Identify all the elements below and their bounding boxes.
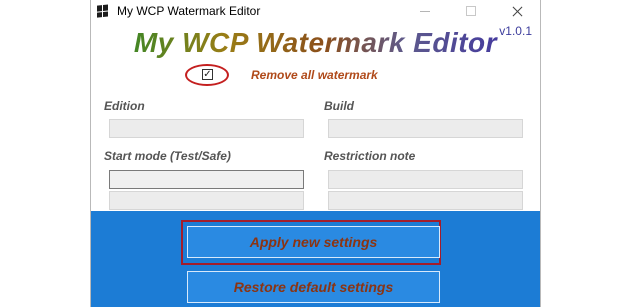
start-mode-field-1[interactable] xyxy=(109,170,304,189)
remove-watermark-label[interactable]: Remove all watermark xyxy=(251,68,378,82)
close-button[interactable] xyxy=(494,0,540,22)
windows-logo-icon xyxy=(97,4,109,18)
build-label: Build xyxy=(324,99,354,113)
restriction-note-field-2[interactable] xyxy=(328,191,523,210)
build-field[interactable] xyxy=(328,119,523,138)
restriction-note-field-1[interactable] xyxy=(328,170,523,189)
app-heading: My WCP Watermark Editor xyxy=(91,27,540,59)
restore-defaults-button[interactable]: Restore default settings xyxy=(187,271,440,303)
remove-watermark-checkbox-wrap: ✓ xyxy=(185,64,231,88)
edition-field[interactable] xyxy=(109,119,304,138)
restriction-note-label: Restriction note xyxy=(324,149,416,163)
start-mode-field-2[interactable] xyxy=(109,191,304,210)
edition-label: Edition xyxy=(104,99,145,113)
start-mode-label: Start mode (Test/Safe) xyxy=(104,149,231,163)
apply-settings-button[interactable]: Apply new settings xyxy=(187,226,440,258)
app-window: My WCP Watermark Editor My WCP Watermark… xyxy=(90,0,541,307)
maximize-button[interactable] xyxy=(448,0,494,22)
title-bar[interactable]: My WCP Watermark Editor xyxy=(91,0,540,22)
window-title: My WCP Watermark Editor xyxy=(117,4,261,18)
version-label: v1.0.1 xyxy=(499,24,532,38)
minimize-button[interactable] xyxy=(402,0,448,22)
remove-watermark-checkbox[interactable]: ✓ xyxy=(202,69,213,80)
